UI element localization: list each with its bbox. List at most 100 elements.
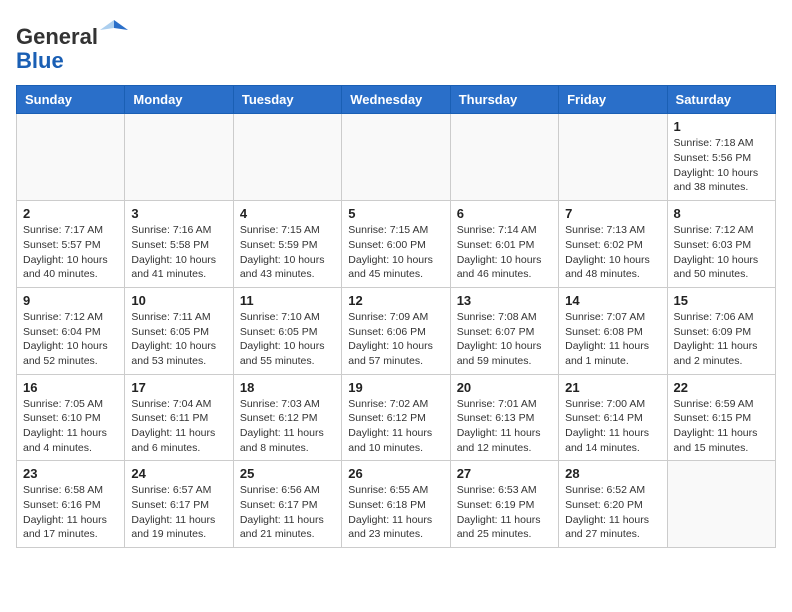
day-number: 11 (240, 293, 335, 308)
calendar-cell: 2Sunrise: 7:17 AM Sunset: 5:57 PM Daylig… (17, 201, 125, 288)
calendar-cell: 13 Sunrise: 7:08 AM Sunset: 6:07 PM Dayli… (450, 287, 558, 374)
calendar-cell (667, 461, 775, 548)
day-info: Sunrise: 7:07 AM Sunset: 6:08 PM Dayligh… (565, 310, 660, 369)
calendar-cell: 12 Sunrise: 7:09 AM Sunset: 6:06 PM Dayli… (342, 287, 450, 374)
day-info: Sunrise: 7:14 AM Sunset: 6:01 PM Dayligh… (457, 223, 552, 282)
calendar-cell: 5 Sunrise: 7:15 AM Sunset: 6:00 PM Daylig… (342, 201, 450, 288)
day-number: 5 (348, 206, 443, 221)
day-info: Sunrise: 7:01 AM Sunset: 6:13 PM Dayligh… (457, 397, 552, 456)
calendar-cell: 21 Sunrise: 7:00 AM Sunset: 6:14 PM Dayli… (559, 374, 667, 461)
day-number: 8 (674, 206, 769, 221)
calendar-cell: 27 Sunrise: 6:53 AM Sunset: 6:19 PM Dayli… (450, 461, 558, 548)
calendar-cell: 15 Sunrise: 7:06 AM Sunset: 6:09 PM Dayli… (667, 287, 775, 374)
day-info: Sunrise: 7:17 AM Sunset: 5:57 PM Dayligh… (23, 223, 118, 282)
day-header-saturday: Saturday (667, 86, 775, 114)
calendar-cell: 1 Sunrise: 7:18 AM Sunset: 5:56 PM Daylig… (667, 114, 775, 201)
day-info: Sunrise: 7:09 AM Sunset: 6:06 PM Dayligh… (348, 310, 443, 369)
calendar-cell: 10 Sunrise: 7:11 AM Sunset: 6:05 PM Dayli… (125, 287, 233, 374)
day-number: 6 (457, 206, 552, 221)
day-number: 10 (131, 293, 226, 308)
week-row-5: 23 Sunrise: 6:58 AM Sunset: 6:16 PM Dayli… (17, 461, 776, 548)
calendar-cell (125, 114, 233, 201)
day-number: 12 (348, 293, 443, 308)
day-info: Sunrise: 7:05 AM Sunset: 6:10 PM Dayligh… (23, 397, 118, 456)
calendar-cell: 4Sunrise: 7:15 AM Sunset: 5:59 PM Daylig… (233, 201, 341, 288)
week-row-4: 16 Sunrise: 7:05 AM Sunset: 6:10 PM Dayli… (17, 374, 776, 461)
calendar-cell: 3 Sunrise: 7:16 AM Sunset: 5:58 PM Daylig… (125, 201, 233, 288)
day-info: Sunrise: 7:12 AM Sunset: 6:03 PM Dayligh… (674, 223, 769, 282)
day-info: Sunrise: 7:13 AM Sunset: 6:02 PM Dayligh… (565, 223, 660, 282)
day-info: Sunrise: 6:57 AM Sunset: 6:17 PM Dayligh… (131, 483, 226, 542)
day-info: Sunrise: 7:00 AM Sunset: 6:14 PM Dayligh… (565, 397, 660, 456)
day-info: Sunrise: 7:15 AM Sunset: 6:00 PM Dayligh… (348, 223, 443, 282)
calendar-cell: 7 Sunrise: 7:13 AM Sunset: 6:02 PM Daylig… (559, 201, 667, 288)
day-number: 23 (23, 466, 118, 481)
calendar-cell: 14 Sunrise: 7:07 AM Sunset: 6:08 PM Dayli… (559, 287, 667, 374)
day-info: Sunrise: 6:58 AM Sunset: 6:16 PM Dayligh… (23, 483, 118, 542)
day-info: Sunrise: 7:06 AM Sunset: 6:09 PM Dayligh… (674, 310, 769, 369)
calendar-header-row: SundayMondayTuesdayWednesdayThursdayFrid… (17, 86, 776, 114)
day-number: 15 (674, 293, 769, 308)
day-number: 25 (240, 466, 335, 481)
day-header-friday: Friday (559, 86, 667, 114)
day-info: Sunrise: 7:04 AM Sunset: 6:11 PM Dayligh… (131, 397, 226, 456)
calendar-cell: 11 Sunrise: 7:10 AM Sunset: 6:05 PM Dayli… (233, 287, 341, 374)
calendar-cell (450, 114, 558, 201)
calendar-cell (559, 114, 667, 201)
day-number: 19 (348, 380, 443, 395)
day-number: 9 (23, 293, 118, 308)
calendar-cell: 22 Sunrise: 6:59 AM Sunset: 6:15 PM Dayli… (667, 374, 775, 461)
day-info: Sunrise: 7:12 AM Sunset: 6:04 PM Dayligh… (23, 310, 118, 369)
day-number: 27 (457, 466, 552, 481)
calendar-cell: 6 Sunrise: 7:14 AM Sunset: 6:01 PM Daylig… (450, 201, 558, 288)
logo-blue: Blue (16, 48, 64, 73)
day-number: 26 (348, 466, 443, 481)
day-header-thursday: Thursday (450, 86, 558, 114)
day-number: 21 (565, 380, 660, 395)
day-number: 17 (131, 380, 226, 395)
calendar-cell: 16 Sunrise: 7:05 AM Sunset: 6:10 PM Dayli… (17, 374, 125, 461)
logo: General Blue (16, 16, 128, 73)
calendar-cell: 28 Sunrise: 6:52 AM Sunset: 6:20 PM Dayli… (559, 461, 667, 548)
day-info: Sunrise: 6:52 AM Sunset: 6:20 PM Dayligh… (565, 483, 660, 542)
day-number: 7 (565, 206, 660, 221)
day-info: Sunrise: 7:08 AM Sunset: 6:07 PM Dayligh… (457, 310, 552, 369)
day-number: 16 (23, 380, 118, 395)
page-header: General Blue (16, 16, 776, 73)
calendar-cell: 18 Sunrise: 7:03 AM Sunset: 6:12 PM Dayli… (233, 374, 341, 461)
calendar-cell: 9 Sunrise: 7:12 AM Sunset: 6:04 PM Daylig… (17, 287, 125, 374)
day-header-monday: Monday (125, 86, 233, 114)
week-row-1: 1 Sunrise: 7:18 AM Sunset: 5:56 PM Daylig… (17, 114, 776, 201)
logo-bird-icon (100, 16, 128, 44)
calendar-cell: 23 Sunrise: 6:58 AM Sunset: 6:16 PM Dayli… (17, 461, 125, 548)
day-number: 1 (674, 119, 769, 134)
day-info: Sunrise: 7:03 AM Sunset: 6:12 PM Dayligh… (240, 397, 335, 456)
calendar-table: SundayMondayTuesdayWednesdayThursdayFrid… (16, 85, 776, 548)
calendar-cell: 17 Sunrise: 7:04 AM Sunset: 6:11 PM Dayli… (125, 374, 233, 461)
calendar-cell (342, 114, 450, 201)
calendar-cell: 26 Sunrise: 6:55 AM Sunset: 6:18 PM Dayli… (342, 461, 450, 548)
week-row-3: 9 Sunrise: 7:12 AM Sunset: 6:04 PM Daylig… (17, 287, 776, 374)
day-number: 13 (457, 293, 552, 308)
day-info: Sunrise: 6:59 AM Sunset: 6:15 PM Dayligh… (674, 397, 769, 456)
week-row-2: 2Sunrise: 7:17 AM Sunset: 5:57 PM Daylig… (17, 201, 776, 288)
day-number: 20 (457, 380, 552, 395)
day-number: 4 (240, 206, 335, 221)
day-header-wednesday: Wednesday (342, 86, 450, 114)
logo-general: General (16, 24, 98, 49)
day-number: 18 (240, 380, 335, 395)
day-number: 28 (565, 466, 660, 481)
calendar-cell: 8 Sunrise: 7:12 AM Sunset: 6:03 PM Daylig… (667, 201, 775, 288)
day-info: Sunrise: 6:56 AM Sunset: 6:17 PM Dayligh… (240, 483, 335, 542)
day-info: Sunrise: 7:10 AM Sunset: 6:05 PM Dayligh… (240, 310, 335, 369)
day-info: Sunrise: 6:55 AM Sunset: 6:18 PM Dayligh… (348, 483, 443, 542)
day-info: Sunrise: 7:16 AM Sunset: 5:58 PM Dayligh… (131, 223, 226, 282)
day-header-tuesday: Tuesday (233, 86, 341, 114)
calendar-cell: 20 Sunrise: 7:01 AM Sunset: 6:13 PM Dayli… (450, 374, 558, 461)
day-info: Sunrise: 7:18 AM Sunset: 5:56 PM Dayligh… (674, 136, 769, 195)
day-number: 22 (674, 380, 769, 395)
day-info: Sunrise: 6:53 AM Sunset: 6:19 PM Dayligh… (457, 483, 552, 542)
day-number: 14 (565, 293, 660, 308)
day-number: 3 (131, 206, 226, 221)
day-info: Sunrise: 7:11 AM Sunset: 6:05 PM Dayligh… (131, 310, 226, 369)
